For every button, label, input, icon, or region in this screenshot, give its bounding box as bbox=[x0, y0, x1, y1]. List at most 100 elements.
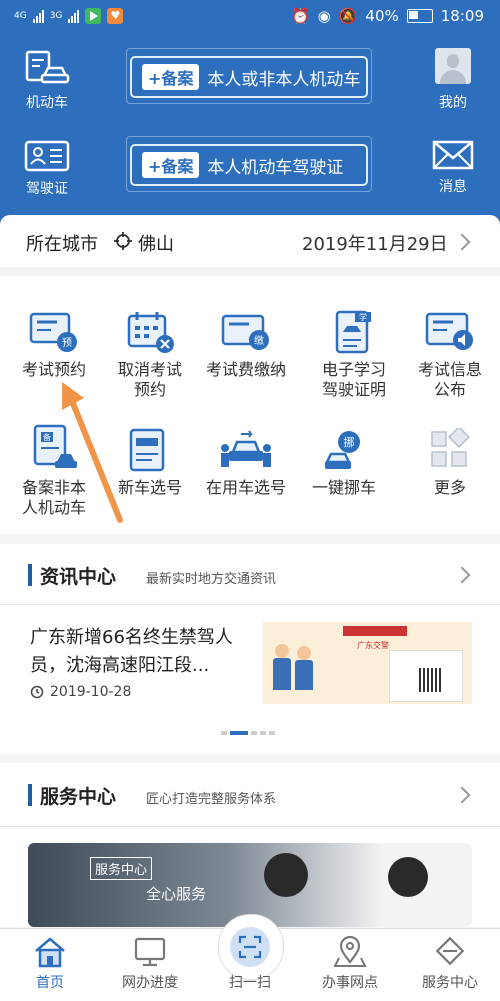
car-document-icon bbox=[25, 50, 70, 84]
grid-item-e-learning-proof[interactable]: 学 电子学习 驾驶证明 bbox=[306, 306, 402, 400]
banner-tag: 服务中心 bbox=[90, 857, 153, 880]
news-date: 2019-10-28 bbox=[50, 684, 132, 700]
avatar bbox=[435, 48, 471, 84]
city-name[interactable]: 佛山 bbox=[138, 230, 174, 256]
battery-icon bbox=[406, 9, 433, 23]
police-figure-icon bbox=[295, 646, 313, 690]
id-card-icon bbox=[24, 140, 70, 172]
message-label: 消息 bbox=[439, 179, 467, 195]
grid-label: 电子学习 驾驶证明 bbox=[321, 360, 386, 399]
service-subtitle: 匠心打造完整服务体系 bbox=[146, 792, 277, 807]
fee-payment-icon: 缴 bbox=[221, 314, 269, 350]
grid-item-move-car[interactable]: 挪 一键挪车 bbox=[296, 424, 392, 498]
headset-agent-icon bbox=[264, 853, 308, 897]
banner-text: 全心服务 bbox=[146, 885, 207, 903]
news-subtitle: 最新实时地方交通资讯 bbox=[146, 572, 277, 587]
annotation-arrow-icon bbox=[62, 382, 123, 523]
police-figure-icon bbox=[273, 644, 291, 690]
mine-button[interactable]: 我的 bbox=[413, 48, 493, 112]
grid-item-more[interactable]: 更多 bbox=[402, 424, 498, 498]
thumb-bunting bbox=[343, 626, 407, 636]
status-left: 4G 3G ♥ bbox=[14, 8, 124, 24]
tab-service-center[interactable]: 服务中心 bbox=[410, 934, 490, 992]
headset-agent-icon bbox=[388, 857, 428, 897]
grid-label: 考试信息 公布 bbox=[417, 360, 482, 399]
register-vehicle-button[interactable]: +备案 本人或非本人机动车 bbox=[130, 56, 368, 98]
exam-info-icon bbox=[425, 312, 473, 350]
section-marker bbox=[28, 564, 32, 586]
service-title: 服务中心 bbox=[40, 786, 117, 808]
driver-license-label: 驾驶证 bbox=[26, 181, 68, 197]
svg-text:学: 学 bbox=[359, 312, 367, 322]
tab-service-points[interactable]: 办事网点 bbox=[310, 934, 390, 992]
grid-label: 一键挪车 bbox=[311, 478, 376, 497]
location-icon: ◉ bbox=[317, 7, 331, 25]
grid-item-exam-booking[interactable]: 预 考试预约 bbox=[6, 306, 102, 380]
grid-label: 在用车选号 bbox=[205, 478, 286, 497]
tab-label: 办事网点 bbox=[322, 975, 378, 991]
news-title: 资讯中心 bbox=[40, 566, 117, 588]
motor-vehicle-label: 机动车 bbox=[26, 95, 68, 111]
grid-label: 考试费缴纳 bbox=[205, 360, 286, 379]
grid-label: 考试预约 bbox=[21, 360, 86, 379]
tab-progress[interactable]: 网办进度 bbox=[110, 934, 190, 992]
alarm-icon: ⏰ bbox=[290, 7, 310, 25]
clock: 18:09 bbox=[440, 7, 484, 25]
battery-percent: 40% bbox=[365, 7, 399, 25]
svg-text:缴: 缴 bbox=[254, 334, 264, 347]
clock-icon bbox=[30, 685, 44, 699]
svg-text:挪: 挪 bbox=[344, 435, 355, 449]
divider bbox=[0, 826, 500, 827]
message-button[interactable]: 消息 bbox=[413, 140, 493, 196]
tab-label: 首页 bbox=[36, 975, 64, 991]
register-tag: +备案 bbox=[142, 64, 200, 90]
register-license-button[interactable]: +备案 本人机动车驾驶证 bbox=[130, 144, 368, 186]
service-diamond-icon bbox=[435, 936, 465, 966]
status-right: ⏰ ◉ 🔕 40% 18:09 bbox=[291, 7, 484, 25]
signal-icon bbox=[32, 9, 44, 23]
envelope-icon bbox=[432, 140, 474, 170]
city-label: 所在城市 bbox=[26, 234, 98, 255]
heart-app-icon: ♥ bbox=[107, 8, 124, 24]
map-pin-icon bbox=[333, 936, 367, 967]
section-marker bbox=[28, 784, 32, 806]
used-car-plate-icon bbox=[221, 430, 271, 467]
scan-icon bbox=[230, 927, 270, 967]
svg-text:备: 备 bbox=[43, 432, 51, 442]
tab-scan[interactable]: 扫一扫 bbox=[210, 924, 290, 992]
tab-label: 网办进度 bbox=[122, 975, 178, 991]
network-type: 4G bbox=[14, 11, 27, 21]
register-tag: +备案 bbox=[142, 152, 200, 178]
tab-label: 扫一扫 bbox=[229, 975, 271, 991]
crosshair-icon bbox=[114, 232, 132, 250]
divider bbox=[0, 604, 500, 605]
grid-item-exam-info[interactable]: 考试信息 公布 bbox=[402, 306, 498, 400]
svg-text:预: 预 bbox=[62, 337, 72, 349]
tab-label: 服务中心 bbox=[422, 975, 478, 991]
video-app-icon bbox=[85, 8, 102, 24]
news-thumbnail[interactable]: 广东交警 bbox=[263, 622, 472, 704]
e-learning-proof-icon: 学 bbox=[335, 310, 371, 354]
home-icon bbox=[35, 937, 65, 968]
signal-icon-2 bbox=[68, 9, 80, 23]
calendar-cancel-icon bbox=[127, 312, 174, 353]
motor-vehicle-button[interactable]: 机动车 bbox=[7, 50, 87, 112]
carousel-dots bbox=[221, 731, 275, 735]
register-license-label: 本人机动车驾驶证 bbox=[207, 157, 344, 178]
exam-booking-icon: 预 bbox=[29, 312, 77, 352]
news-headline[interactable]: 广东新增66名终生禁驾人员，沈海高速阳江段... bbox=[30, 624, 252, 680]
register-vehicle-label: 本人或非本人机动车 bbox=[207, 69, 361, 90]
mine-label: 我的 bbox=[439, 95, 467, 111]
network-type-2: 3G bbox=[49, 11, 63, 21]
tab-home[interactable]: 首页 bbox=[10, 934, 90, 992]
qr-code-icon bbox=[419, 668, 443, 692]
move-car-icon: 挪 bbox=[324, 431, 360, 469]
grid-item-used-car-plate[interactable]: 在用车选号 bbox=[198, 424, 294, 498]
driver-license-button[interactable]: 驾驶证 bbox=[7, 140, 87, 198]
more-grid-icon bbox=[431, 428, 470, 467]
news-meta: 2019-10-28 bbox=[30, 684, 131, 700]
grid-item-exam-fee[interactable]: 缴 考试费缴纳 bbox=[198, 306, 294, 380]
mute-icon: 🔕 bbox=[338, 7, 358, 25]
status-bar: 4G 3G ♥ ⏰ ◉ 🔕 40% 18:09 bbox=[0, 0, 500, 36]
current-date: 2019年11月29日 bbox=[302, 234, 448, 255]
